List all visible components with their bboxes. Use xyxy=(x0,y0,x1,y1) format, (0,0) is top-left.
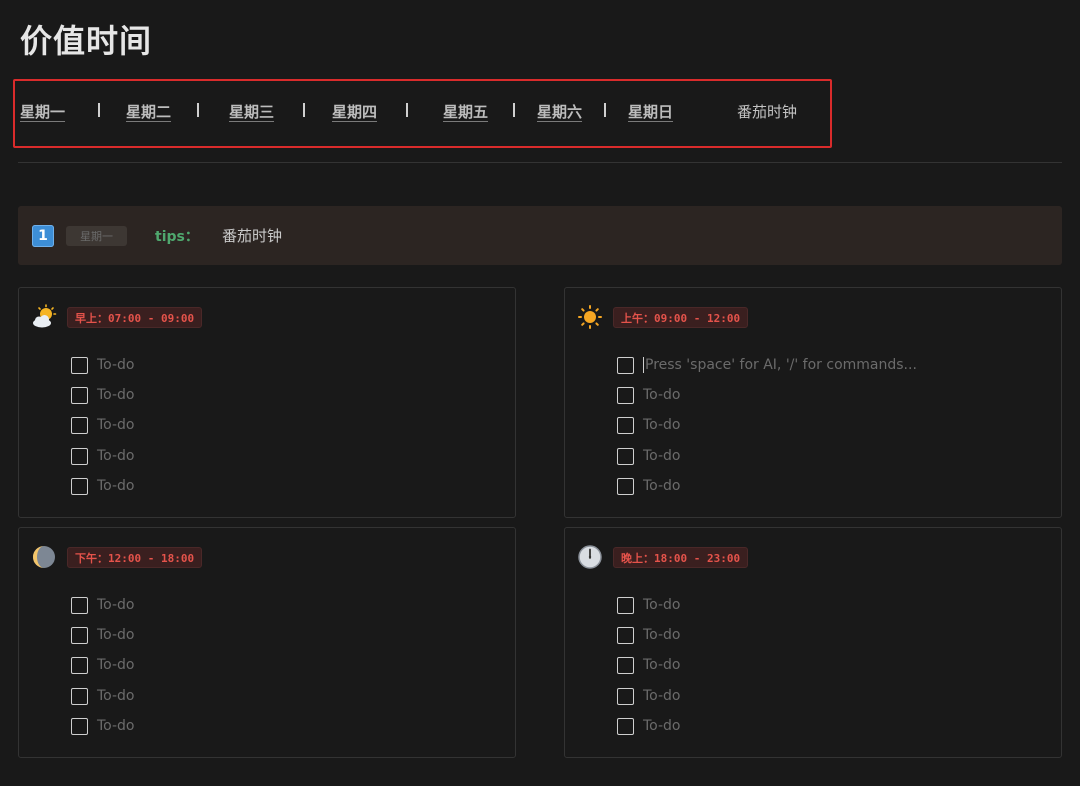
todo-item[interactable]: To-do xyxy=(617,625,681,645)
todo-placeholder[interactable]: To-do xyxy=(643,448,681,464)
checkbox[interactable] xyxy=(617,596,634,614)
nav-separator xyxy=(513,103,515,117)
time-range-tag: 晚上：18:00 - 23:00 xyxy=(613,547,749,568)
todo-placeholder[interactable]: To-do xyxy=(97,417,135,433)
todo-item[interactable]: To-do xyxy=(71,655,135,675)
todo-item[interactable]: To-do xyxy=(617,686,681,706)
todo-item[interactable]: To-do xyxy=(71,355,135,375)
morning-block: 早上：07:00 - 09:00 To-do To-do To-do To-do… xyxy=(18,287,516,518)
nav-link-saturday[interactable]: 星期六 xyxy=(537,101,582,122)
checkbox[interactable] xyxy=(71,717,88,735)
nav-link-sunday[interactable]: 星期日 xyxy=(628,101,673,122)
todo-placeholder[interactable]: To-do xyxy=(643,478,681,494)
nav-link-pomodoro[interactable]: 番茄时钟 xyxy=(737,101,797,122)
checkbox[interactable] xyxy=(71,477,88,495)
nav-separator xyxy=(604,103,606,117)
checkbox[interactable] xyxy=(71,596,88,614)
checkbox[interactable] xyxy=(617,656,634,674)
clock-icon xyxy=(578,545,602,569)
checkbox[interactable] xyxy=(617,687,634,705)
checkbox[interactable] xyxy=(617,447,634,465)
checkbox[interactable] xyxy=(71,656,88,674)
day-tag: 星期一 xyxy=(66,226,127,246)
todo-item[interactable]: To-do xyxy=(71,625,135,645)
checkbox[interactable] xyxy=(617,477,634,495)
divider xyxy=(18,162,1062,163)
todo-placeholder[interactable]: To-do xyxy=(97,448,135,464)
keycap-one-icon: 1 xyxy=(32,225,54,247)
checkbox[interactable] xyxy=(617,386,634,404)
todo-item[interactable]: To-do xyxy=(617,446,681,466)
nav-separator xyxy=(303,103,305,117)
todo-item[interactable]: To-do xyxy=(71,686,135,706)
todo-item[interactable]: To-do xyxy=(617,385,681,405)
todo-item[interactable]: To-do xyxy=(617,716,681,736)
todo-item[interactable]: To-do xyxy=(71,446,135,466)
todo-placeholder[interactable]: To-do xyxy=(97,387,135,403)
checkbox[interactable] xyxy=(71,687,88,705)
checkbox[interactable] xyxy=(71,416,88,434)
checkbox[interactable] xyxy=(617,356,634,374)
todo-item[interactable]: To-do xyxy=(71,415,135,435)
todo-placeholder[interactable]: To-do xyxy=(643,417,681,433)
todo-item[interactable]: To-do xyxy=(71,595,135,615)
afternoon-block: 下午：12:00 - 18:00 To-do To-do To-do To-do… xyxy=(18,527,516,758)
todo-placeholder[interactable]: To-do xyxy=(643,657,681,673)
nav-link-monday[interactable]: 星期一 xyxy=(20,101,65,122)
nav-link-thursday[interactable]: 星期四 xyxy=(332,101,377,122)
ai-command-placeholder[interactable]: Press 'space' for AI, '/' for commands..… xyxy=(643,357,917,373)
nav-separator xyxy=(406,103,408,117)
nav-link-friday[interactable]: 星期五 xyxy=(443,101,488,122)
nav-link-tuesday[interactable]: 星期二 xyxy=(126,101,171,122)
todo-placeholder[interactable]: To-do xyxy=(643,627,681,643)
tips-label: tips： xyxy=(155,229,199,245)
todo-item[interactable]: To-do xyxy=(71,476,135,496)
todo-placeholder[interactable]: To-do xyxy=(97,718,135,734)
nav-link-wednesday[interactable]: 星期三 xyxy=(229,101,274,122)
todo-placeholder[interactable]: To-do xyxy=(97,627,135,643)
checkbox[interactable] xyxy=(71,356,88,374)
checkbox[interactable] xyxy=(617,717,634,735)
pomodoro-link[interactable]: 番茄时钟 xyxy=(222,225,282,246)
moon-icon xyxy=(33,546,55,568)
checkbox[interactable] xyxy=(71,626,88,644)
time-range-tag: 上午：09:00 - 12:00 xyxy=(613,307,749,328)
evening-block: 晚上：18:00 - 23:00 To-do To-do To-do To-do… xyxy=(564,527,1062,758)
todo-item[interactable]: To-do xyxy=(617,595,681,615)
checkbox[interactable] xyxy=(617,626,634,644)
todo-placeholder[interactable]: To-do xyxy=(97,657,135,673)
todo-item[interactable]: To-do xyxy=(71,385,135,405)
todo-item-active[interactable]: Press 'space' for AI, '/' for commands..… xyxy=(617,355,917,375)
nav-separator xyxy=(98,103,100,117)
sun-behind-cloud-icon xyxy=(33,304,57,328)
todo-placeholder[interactable]: To-do xyxy=(97,688,135,704)
time-range-tag: 早上：07:00 - 09:00 xyxy=(67,307,203,328)
todo-placeholder[interactable]: To-do xyxy=(643,718,681,734)
todo-placeholder[interactable]: To-do xyxy=(97,597,135,613)
forenoon-block: 上午：09:00 - 12:00 Press 'space' for AI, '… xyxy=(564,287,1062,518)
sun-icon xyxy=(578,305,602,329)
page-title: 价值时间 xyxy=(20,22,153,60)
checkbox[interactable] xyxy=(71,447,88,465)
todo-placeholder[interactable]: To-do xyxy=(97,357,135,373)
todo-placeholder[interactable]: To-do xyxy=(643,387,681,403)
todo-placeholder[interactable]: To-do xyxy=(643,688,681,704)
todo-placeholder[interactable]: To-do xyxy=(97,478,135,494)
checkbox[interactable] xyxy=(71,386,88,404)
time-range-tag: 下午：12:00 - 18:00 xyxy=(67,547,203,568)
todo-placeholder[interactable]: To-do xyxy=(643,597,681,613)
todo-item[interactable]: To-do xyxy=(617,415,681,435)
todo-item[interactable]: To-do xyxy=(617,655,681,675)
todo-item[interactable]: To-do xyxy=(71,716,135,736)
checkbox[interactable] xyxy=(617,416,634,434)
todo-item[interactable]: To-do xyxy=(617,476,681,496)
nav-separator xyxy=(197,103,199,117)
